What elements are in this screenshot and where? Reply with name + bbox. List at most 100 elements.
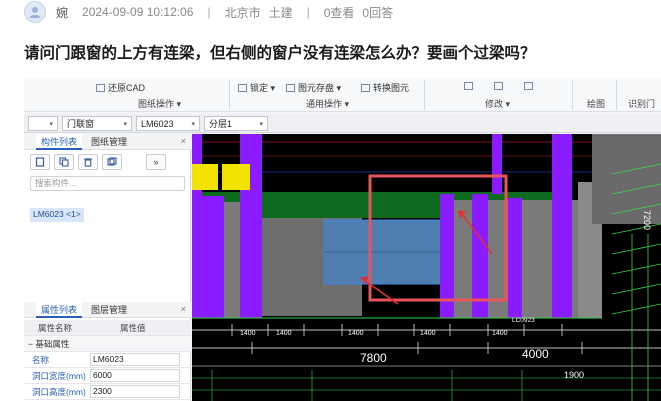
drawing-ops-label: 图纸操作: [138, 99, 175, 109]
drawing-ops-group[interactable]: 图纸操作 ▾: [138, 97, 181, 110]
close-icon[interactable]: ×: [181, 304, 186, 314]
chevron-down-icon: ▾: [270, 83, 276, 93]
answer-count: 0回答: [362, 5, 394, 20]
copy-icon: [494, 82, 503, 90]
floor-select-value: 分层1: [209, 119, 233, 129]
chevron-down-icon: ▾: [176, 99, 182, 109]
restore-cad-icon: [96, 84, 105, 92]
property-value-input[interactable]: LM6023: [90, 353, 180, 366]
modify-tool-3[interactable]: [524, 81, 536, 91]
general-ops-group[interactable]: 通用操作 ▾: [306, 97, 349, 110]
view-count: 0查看: [323, 5, 355, 20]
post-page: 婉 2024-09-09 10:12:06 | 北京市 土建 | 0查看 0回答…: [0, 0, 661, 401]
modify-label: 修改: [485, 99, 504, 109]
dim-7800: 7800: [360, 351, 387, 365]
user-icon: [29, 7, 41, 18]
modify-tool-1[interactable]: [464, 81, 476, 91]
post-category[interactable]: 土建: [269, 4, 293, 21]
yellow-block: [222, 164, 250, 190]
copy-icon: [59, 157, 69, 167]
chevron-down-icon: ▾: [344, 99, 350, 109]
convert-element-button[interactable]: 转换图元: [361, 81, 409, 94]
move-icon: [464, 82, 473, 90]
ribbon-divider: [229, 80, 230, 110]
property-row: 名称 LM6023: [24, 352, 191, 368]
chevron-down-icon: ▾: [505, 99, 511, 109]
property-group-label: − 基础属性: [28, 339, 70, 349]
property-value-input[interactable]: 6000: [90, 369, 180, 382]
properties-header: 属性名称 属性值: [24, 320, 191, 336]
chevron-down-icon: ▾: [191, 120, 195, 128]
dim-text: 1400: [348, 330, 364, 337]
level-select[interactable]: ▾: [28, 116, 58, 131]
cad-scene: 1400 1400 1400 1400 1400 7800 4000 1900 …: [192, 134, 661, 401]
new-component-button[interactable]: [30, 154, 50, 170]
property-value-input[interactable]: 2300: [90, 385, 180, 398]
properties-table: 属性名称 属性值 − 基础属性 名称 LM6023 洞口宽度(mm) 6000: [24, 320, 191, 400]
close-icon[interactable]: ×: [181, 136, 186, 146]
save-icon: [286, 84, 295, 92]
post-time: 2024-09-09 10:12:06: [82, 5, 194, 19]
category-select-value: 门联窗: [67, 119, 95, 129]
dim-7200: 7200: [642, 210, 652, 230]
attached-screenshot[interactable]: 还原CAD 图纸操作 ▾ 锁定 ▾ 图元存盘 ▾ 转换图元 通用操作 ▾ 修改 …: [24, 78, 661, 401]
modify-tool-2[interactable]: [494, 81, 506, 91]
layer-copy-button[interactable]: [102, 154, 122, 170]
lock-button[interactable]: 锁定 ▾: [238, 81, 275, 94]
post-author[interactable]: 婉: [56, 4, 68, 21]
chevron-down-icon: ▾: [259, 120, 263, 128]
category-select[interactable]: 门联窗 ▾: [62, 116, 132, 131]
copy-component-button[interactable]: [54, 154, 74, 170]
floor-detail-lines: [192, 370, 661, 401]
convert-icon: [361, 84, 370, 92]
floor-select[interactable]: 分层1 ▾: [204, 116, 268, 131]
column: [492, 134, 502, 194]
element-store-button[interactable]: 图元存盘 ▾: [286, 81, 341, 94]
general-ops-label: 通用操作: [306, 99, 343, 109]
more-button[interactable]: »: [146, 154, 166, 170]
delete-component-button[interactable]: [78, 154, 98, 170]
draw-group[interactable]: 绘图: [587, 97, 605, 110]
chevron-down-icon: ▾: [49, 120, 53, 128]
lock-icon: [238, 84, 247, 92]
component-search-input[interactable]: 搜索构件...: [30, 176, 185, 191]
properties-tabs: 属性列表 图层管理 ×: [24, 302, 191, 318]
post-location: 北京市: [224, 5, 261, 20]
modify-group[interactable]: 修改 ▾: [485, 97, 510, 110]
trash-icon: [84, 158, 92, 167]
more-icon: »: [153, 157, 159, 167]
tab-component-list[interactable]: 构件列表: [36, 134, 83, 150]
column: [200, 196, 224, 318]
element-store-label: 图元存盘: [298, 83, 335, 93]
dim-1900: 1900: [564, 370, 584, 380]
convert-element-label: 转换图元: [373, 83, 410, 93]
lock-label: 锁定: [250, 83, 269, 93]
property-group-name: 基础属性: [35, 339, 70, 349]
element-select[interactable]: LM6023 ▾: [136, 116, 200, 131]
component-tabs: 构件列表 图纸管理 ×: [24, 134, 191, 150]
ribbon-toolbar: 还原CAD 图纸操作 ▾ 锁定 ▾ 图元存盘 ▾ 转换图元 通用操作 ▾ 修改 …: [24, 78, 661, 112]
tab-drawing-management[interactable]: 图纸管理: [86, 134, 132, 150]
column: [552, 134, 572, 318]
ribbon-divider: [616, 80, 617, 110]
component-item-lm6023[interactable]: LM6023 <1>: [30, 208, 84, 222]
col-property-name: 属性名称: [38, 323, 73, 333]
post-meta: 婉 2024-09-09 10:12:06 | 北京市 土建 | 0查看 0回答: [0, 0, 661, 24]
tab-properties[interactable]: 属性列表: [36, 302, 83, 318]
window-label: LC0923: [512, 317, 535, 324]
rotate-icon: [524, 82, 533, 90]
recognize-door-group[interactable]: 识别门: [628, 97, 655, 110]
tab-layer-management[interactable]: 图层管理: [86, 302, 132, 318]
left-panel: 构件列表 图纸管理 × » 搜索构件... LM6023 <1> 属性列表 图层…: [24, 134, 191, 401]
dim-4000: 4000: [522, 347, 549, 361]
avatar[interactable]: [24, 1, 46, 23]
ribbon-divider: [424, 80, 425, 110]
chevron-down-icon: ▾: [336, 83, 342, 93]
property-group[interactable]: − 基础属性: [24, 336, 191, 352]
meta-separator: |: [207, 5, 211, 19]
ribbon-divider: [572, 80, 573, 110]
cad-viewport[interactable]: 1400 1400 1400 1400 1400 7800 4000 1900 …: [192, 134, 661, 401]
restore-cad-button[interactable]: 还原CAD: [96, 81, 145, 94]
property-name: 洞口高度(mm): [32, 387, 86, 397]
dim-text: 1400: [276, 330, 292, 337]
